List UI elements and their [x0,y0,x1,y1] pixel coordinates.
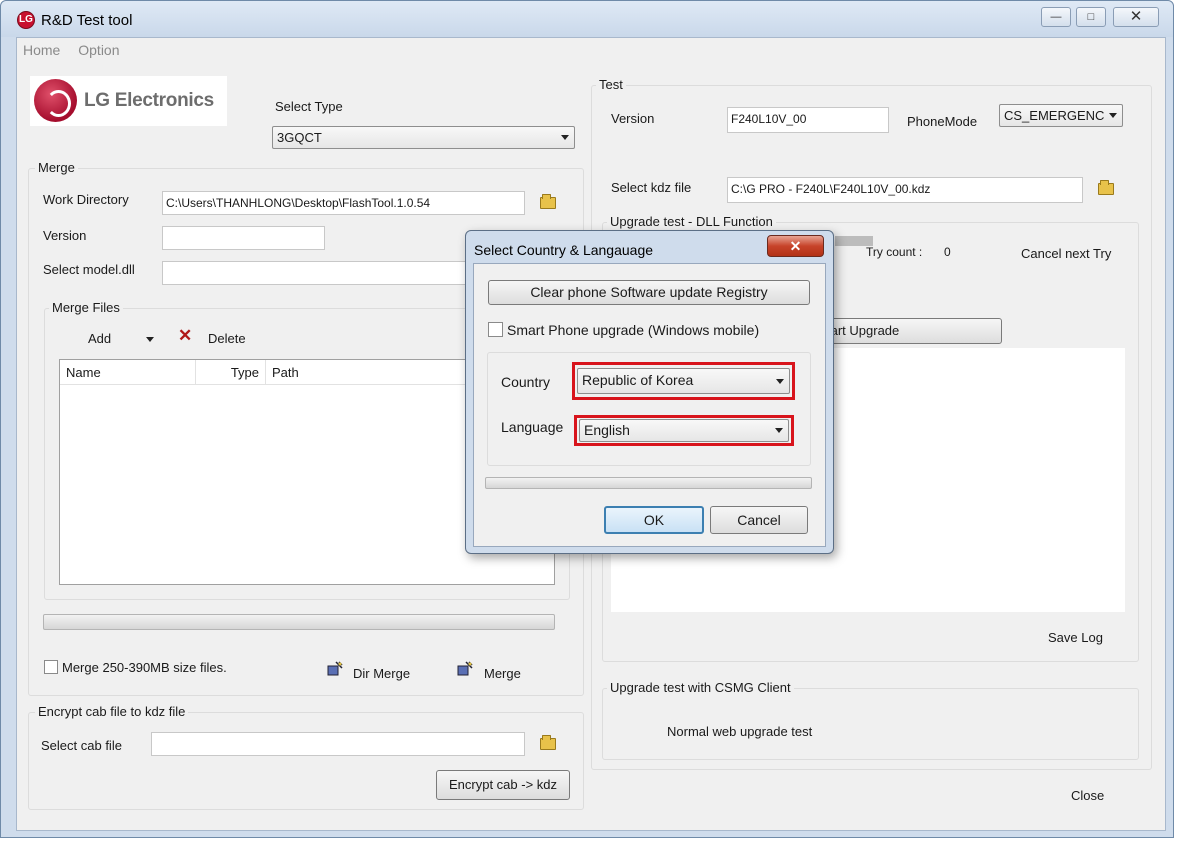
lg-logo: LG Electronics [30,76,227,126]
merge-version-field[interactable] [162,226,325,250]
normal-web-upgrade-button[interactable]: Normal web upgrade test [667,724,812,739]
merge-version-label: Version [43,228,87,243]
chevron-down-icon [561,135,569,140]
select-country-dialog: Select Country & Langauage ✕ Clear phone… [465,230,834,554]
dialog-progress-bar [485,477,812,489]
chevron-down-icon [775,428,783,433]
cancel-next-try[interactable]: Cancel next Try [1021,246,1111,261]
select-kdz-label: Select kdz file [611,180,692,195]
maximize-button[interactable]: □ [1076,7,1106,27]
dialog-client: Clear phone Software update Registry Sma… [473,263,826,547]
encrypt-group-title: Encrypt cab file to kdz file [35,704,189,719]
select-type-combo[interactable]: 3GQCT [272,126,575,149]
close-button[interactable]: Close [1071,788,1104,803]
app-logo-icon: LG [17,11,35,29]
clear-registry-button[interactable]: Clear phone Software update Registry [488,280,810,305]
browse-folder-icon[interactable] [540,194,556,209]
test-group-title: Test [596,77,626,92]
merge-group-title: Merge [35,160,78,175]
country-value: Republic of Korea [582,372,694,388]
phone-mode-combo[interactable]: CS_EMERGENC [999,104,1123,127]
merge-large-files-checkbox[interactable] [44,660,58,674]
dir-merge-icon[interactable] [327,661,343,677]
csmg-group-title: Upgrade test with CSMG Client [607,680,794,695]
country-combo[interactable]: Republic of Korea [577,368,790,394]
add-button[interactable]: Add [88,331,111,346]
dialog-close-button[interactable]: ✕ [767,235,824,257]
window-title: R&D Test tool [41,12,133,29]
column-name[interactable]: Name [60,360,196,384]
try-count-label: Try count : [866,245,923,259]
cancel-button[interactable]: Cancel [710,506,808,534]
menu-bar: Home Option [23,42,134,58]
dir-merge-button[interactable]: Dir Merge [353,666,410,681]
dialog-title: Select Country & Langauage [474,242,654,258]
select-kdz-field[interactable]: C:\G PRO - F240L\F240L10V_00.kdz [727,177,1083,203]
encrypt-cab-button[interactable]: Encrypt cab -> kdz [436,770,570,800]
select-type-label: Select Type [275,99,343,114]
test-version-label: Version [611,111,655,126]
language-combo[interactable]: English [579,419,789,442]
delete-x-icon[interactable]: ✕ [178,326,192,346]
select-model-dll-label: Select model.dll [43,262,135,277]
browse-kdz-folder-icon[interactable] [1098,180,1114,195]
phone-mode-label: PhoneMode [907,114,978,129]
browse-cab-folder-icon[interactable] [540,735,556,750]
country-label: Country [501,374,551,390]
chevron-down-icon [1109,113,1117,118]
select-cab-field[interactable] [151,732,525,756]
save-log-button[interactable]: Save Log [1048,630,1103,645]
select-type-value: 3GQCT [277,130,322,145]
chevron-down-icon [776,379,784,384]
ok-button[interactable]: OK [604,506,704,534]
test-version-field[interactable]: F240L10V_00 [727,107,889,133]
add-dropdown-chevron-icon[interactable] [146,337,154,342]
close-window-button[interactable]: ✕ [1113,7,1159,27]
smart-phone-label: Smart Phone upgrade (Windows mobile) [507,322,760,338]
smart-phone-checkbox[interactable] [488,322,503,337]
language-value: English [584,422,630,438]
upgrade-dll-title: Upgrade test - DLL Function [607,214,776,229]
work-directory-label: Work Directory [43,192,129,207]
menu-home[interactable]: Home [23,42,60,58]
merge-button[interactable]: Merge [484,666,521,681]
delete-button[interactable]: Delete [208,331,246,346]
merge-large-files-label: Merge 250-390MB size files. [62,660,227,675]
try-count-value: 0 [944,245,951,259]
work-directory-field[interactable]: C:\Users\THANHLONG\Desktop\FlashTool.1.0… [162,191,525,215]
column-type[interactable]: Type [196,360,266,384]
title-bar[interactable]: LG R&D Test tool — □ ✕ [1,1,1173,37]
lg-logo-icon [34,79,77,122]
minimize-button[interactable]: — [1041,7,1071,27]
select-cab-label: Select cab file [41,738,122,753]
menu-option[interactable]: Option [78,42,119,58]
merge-files-title: Merge Files [49,300,123,315]
column-path[interactable]: Path [266,360,466,384]
language-label: Language [501,419,564,435]
phone-mode-value: CS_EMERGENC [1004,108,1105,123]
select-model-dll-field[interactable] [162,261,472,285]
merge-icon[interactable] [457,661,473,677]
lg-logo-text: LG Electronics [84,90,214,111]
merge-progress-bar [43,614,555,630]
